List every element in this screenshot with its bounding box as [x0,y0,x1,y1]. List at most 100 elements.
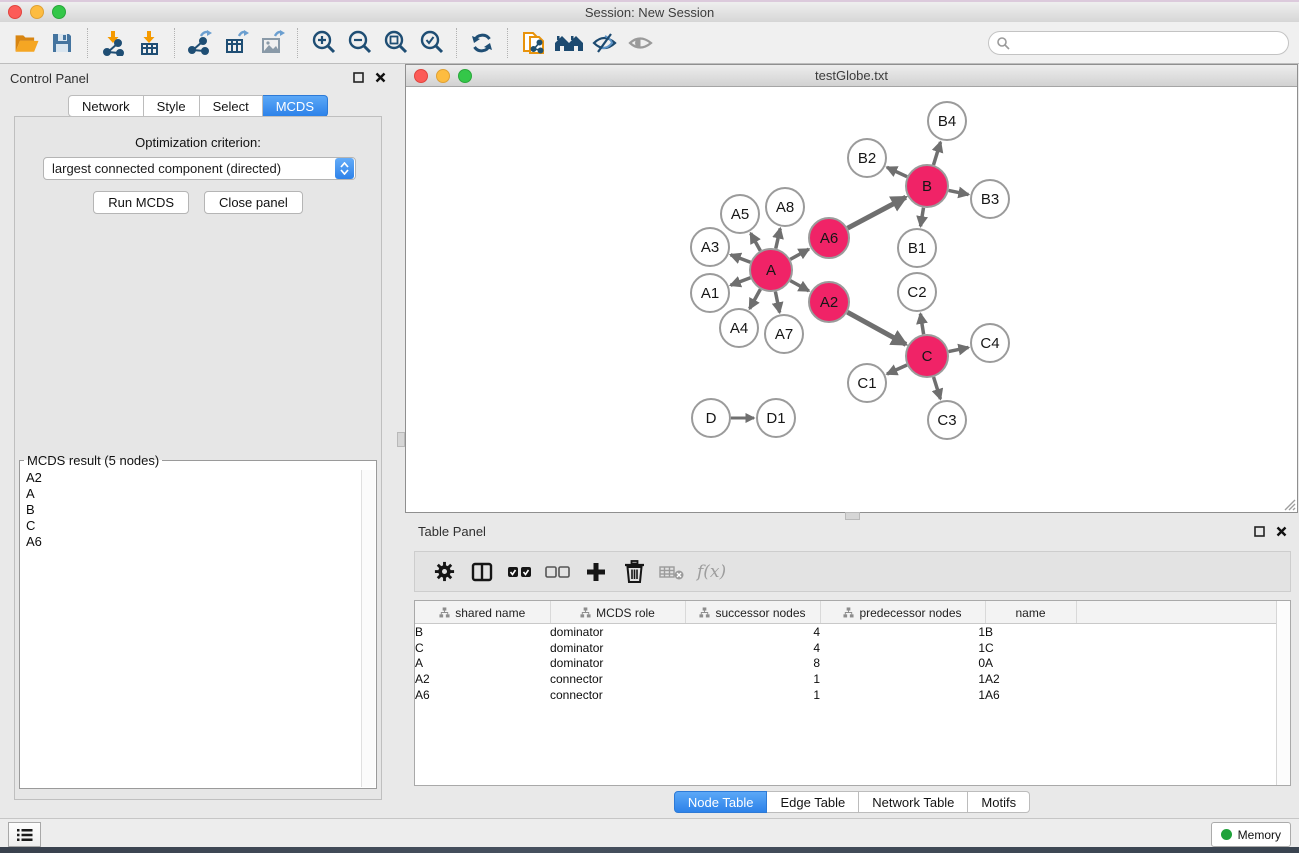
delete-column-trash-icon[interactable] [617,557,651,587]
memory-button[interactable]: Memory [1211,822,1291,847]
node-A6[interactable]: A6 [809,218,849,258]
edge-B-B2[interactable] [887,167,907,176]
export-image-icon[interactable] [254,27,290,59]
edge-A-A7[interactable] [775,292,779,313]
column-header-successor-nodes[interactable]: successor nodes [685,601,820,624]
node-B3[interactable]: B3 [971,180,1009,218]
tab-motifs[interactable]: Motifs [968,791,1030,813]
mcds-list-scrollbar[interactable] [361,470,375,787]
edge-A-A2[interactable] [790,281,809,291]
import-network-icon[interactable] [95,27,131,59]
edge-A-A3[interactable] [731,255,751,262]
mcds-result-list[interactable]: A2ABCA6 [21,470,362,787]
edge-A-A4[interactable] [750,289,761,308]
refresh-layout-icon[interactable] [464,27,500,59]
mcds-result-item[interactable]: B [21,502,362,518]
network-canvas[interactable]: B4B2BB3A5A8A6B1A3AC2A1A2A4A7C4CC1DD1C3 [406,87,1297,512]
node-A3[interactable]: A3 [691,228,729,266]
task-history-button[interactable] [8,822,41,847]
mcds-result-item[interactable]: A [21,486,362,502]
run-mcds-button[interactable]: Run MCDS [93,191,189,214]
tab-mcds[interactable]: MCDS [263,95,328,117]
split-pane-icon[interactable] [465,557,499,587]
open-session-icon[interactable] [8,27,44,59]
edge-A2-C[interactable] [847,312,906,344]
delete-table-icon[interactable] [655,557,689,587]
node-A5[interactable]: A5 [721,195,759,233]
tab-node-table[interactable]: Node Table [674,791,768,813]
close-panel-button[interactable]: Close panel [204,191,303,214]
zoom-fit-icon[interactable] [377,27,413,59]
column-header-name[interactable]: name [985,601,1076,624]
show-hidden-icon[interactable] [623,27,659,59]
table-settings-gear-icon[interactable] [427,557,461,587]
hide-selected-icon[interactable] [587,27,623,59]
select-all-columns-icon[interactable] [503,557,537,587]
houses-icon[interactable] [551,27,587,59]
table-row[interactable]: A6connector11A6 [415,687,1290,703]
node-D1[interactable]: D1 [757,399,795,437]
node-A2[interactable]: A2 [809,282,849,322]
edge-A-A5[interactable] [751,233,761,251]
criterion-select[interactable]: largest connected component (directed) [43,157,356,180]
mcds-result-item[interactable]: A2 [21,470,362,486]
network-from-selection-icon[interactable] [515,27,551,59]
node-A[interactable]: A [750,249,792,291]
edge-B-B1[interactable] [921,208,924,227]
edge-A-A1[interactable] [731,278,751,285]
edge-C-C4[interactable] [949,347,969,351]
tab-edge-table[interactable]: Edge Table [767,791,859,813]
tab-network-table[interactable]: Network Table [859,791,968,813]
node-C3[interactable]: C3 [928,401,966,439]
vertical-splitter-handle[interactable] [397,432,405,447]
close-panel-icon[interactable] [375,72,386,83]
node-B1[interactable]: B1 [898,229,936,267]
close-table-panel-icon[interactable] [1276,526,1287,537]
edge-C-C2[interactable] [920,314,923,335]
network-window-titlebar[interactable]: testGlobe.txt [406,65,1297,87]
edge-C-C3[interactable] [934,377,941,399]
float-table-panel-icon[interactable] [1254,526,1265,537]
table-row[interactable]: Adominator80A [415,655,1290,671]
node-C[interactable]: C [906,335,948,377]
edge-C-C1[interactable] [887,365,907,374]
create-column-plus-icon[interactable] [579,557,613,587]
search-field[interactable] [988,31,1289,55]
tab-network[interactable]: Network [68,95,144,117]
zoom-in-icon[interactable] [305,27,341,59]
window-resize-grip[interactable] [1283,498,1296,511]
node-A4[interactable]: A4 [720,309,758,347]
tab-style[interactable]: Style [144,95,200,117]
column-header-shared-name[interactable]: shared name [415,601,550,624]
edge-A-A6[interactable] [790,249,809,259]
table-row[interactable]: Bdominator41B [415,624,1290,640]
mcds-result-item[interactable]: A6 [21,534,362,550]
node-C1[interactable]: C1 [848,364,886,402]
node-A1[interactable]: A1 [691,274,729,312]
export-network-icon[interactable] [182,27,218,59]
column-header-predecessor-nodes[interactable]: predecessor nodes [820,601,985,624]
save-session-icon[interactable] [44,27,80,59]
edge-A-A8[interactable] [776,228,780,248]
search-input[interactable] [1010,33,1288,53]
function-builder-fx[interactable]: f(x) [697,562,726,582]
table-scrollbar[interactable] [1276,601,1290,785]
zoom-out-icon[interactable] [341,27,377,59]
node-C4[interactable]: C4 [971,324,1009,362]
node-B[interactable]: B [906,165,948,207]
node-B4[interactable]: B4 [928,102,966,140]
zoom-selected-icon[interactable] [413,27,449,59]
mcds-result-item[interactable]: C [21,518,362,534]
table-row[interactable]: A2connector11A2 [415,671,1290,687]
column-header-MCDS-role[interactable]: MCDS role [550,601,685,624]
node-D[interactable]: D [692,399,730,437]
unselect-all-columns-icon[interactable] [541,557,575,587]
float-panel-icon[interactable] [353,72,364,83]
node-B2[interactable]: B2 [848,139,886,177]
edge-B-B3[interactable] [949,190,969,194]
node-C2[interactable]: C2 [898,273,936,311]
export-table-icon[interactable] [218,27,254,59]
edge-B-B4[interactable] [933,142,940,165]
edge-A6-B[interactable] [848,197,906,228]
table-row[interactable]: Cdominator41C [415,640,1290,656]
